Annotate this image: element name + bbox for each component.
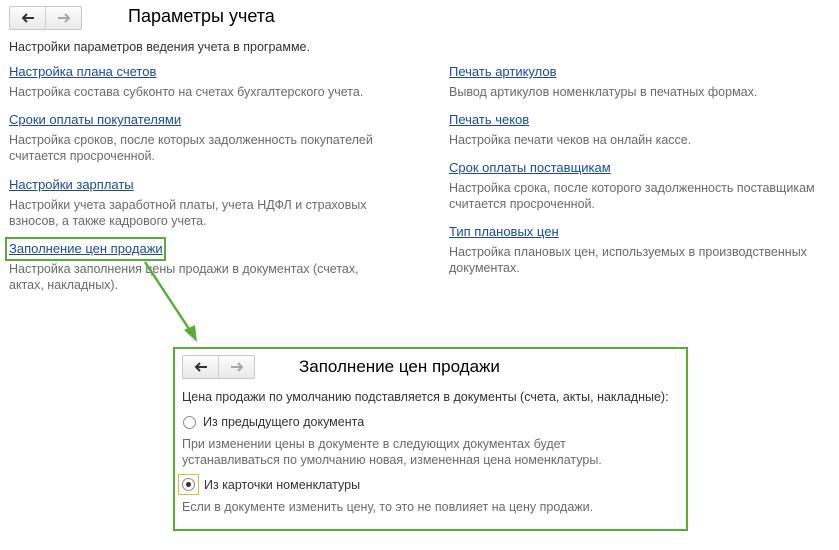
radio-focus-frame (178, 474, 199, 495)
panel-title: Заполнение цен продажи (299, 357, 500, 376)
setting-item: Срок оплаты поставщикам Настройка срока,… (449, 160, 815, 212)
setting-item: Тип плановых цен Настройка плановых цен,… (449, 224, 807, 276)
description-line: Настройка плановых цен, используемых в п… (449, 245, 807, 259)
nav-buttons (9, 6, 82, 30)
description-line: документах. (449, 261, 520, 275)
back-arrow-icon (21, 13, 34, 23)
forward-button[interactable] (45, 7, 81, 29)
supplier-payment-terms-link[interactable]: Срок оплаты поставщикам (449, 160, 611, 175)
back-arrow-icon (194, 362, 207, 372)
radio-item-card[interactable] (182, 478, 195, 491)
description-line: Если в документе изменить цену, то это н… (182, 500, 594, 514)
description-line: При изменении цены в документе в следующ… (182, 437, 566, 451)
page-title: Параметры учета (128, 6, 275, 26)
setting-item: Настройки зарплаты Настройки учета зараб… (9, 177, 367, 229)
radio-label: Из карточки номенклатуры (204, 477, 361, 492)
print-receipts-link[interactable]: Печать чеков (449, 112, 529, 127)
planned-price-type-link[interactable]: Тип плановых цен (449, 224, 559, 239)
link-highlight-box (5, 237, 166, 261)
setting-item: Печать чеков Настройка печати чеков на о… (449, 112, 691, 148)
option-item-card[interactable]: Из карточки номенклатуры (178, 474, 360, 495)
forward-arrow-icon (57, 13, 70, 23)
setting-item: Сроки оплаты покупателями Настройка срок… (9, 112, 373, 164)
setting-description: Настройка срока, после которого задолжен… (449, 180, 815, 212)
radio-previous-document[interactable] (183, 415, 196, 429)
panel-forward-button[interactable] (218, 356, 254, 378)
option-description: При изменении цены в документе в следующ… (182, 436, 602, 468)
option-previous-document[interactable]: Из предыдущего документа (183, 415, 364, 429)
setting-description: Настройки учета заработной платы, учета … (9, 197, 367, 229)
setting-description: Настройка плановых цен, используемых в п… (449, 244, 807, 276)
customer-payment-terms-link[interactable]: Сроки оплаты покупателями (9, 112, 181, 127)
panel-back-button[interactable] (183, 356, 218, 378)
sales-price-settings-panel: Заполнение цен продажи Цена продажи по у… (173, 347, 688, 531)
chart-of-accounts-link[interactable]: Настройка плана счетов (9, 64, 156, 79)
description-line: Настройка срока, после которого задолжен… (449, 181, 815, 195)
radio-label: Из предыдущего документа (203, 415, 365, 429)
description-line: Настройка сроков, после которых задолжен… (9, 133, 373, 147)
description-line: Настройка заполнения цены продажи в доку… (9, 262, 359, 276)
panel-nav-buttons (182, 355, 255, 379)
forward-arrow-icon (230, 362, 243, 372)
description-line: устанавливаться по умолчанию новая, изме… (182, 453, 602, 467)
setting-item: Печать артикулов Вывод артикулов номенкл… (449, 64, 757, 100)
radio-selected-dot (186, 482, 191, 487)
description-line: актах, накладных). (9, 278, 119, 292)
option-description: Если в документе изменить цену, то это н… (182, 499, 593, 515)
price-source-prompt: Цена продажи по умолчанию подставляется … (182, 390, 669, 404)
description-line: считается просроченной. (449, 197, 595, 211)
setting-description: Вывод артикулов номенклатуры в печатных … (449, 85, 758, 99)
salary-settings-link[interactable]: Настройки зарплаты (9, 177, 134, 192)
description-line: считается просроченной. (9, 149, 155, 163)
description-line: Настройки учета заработной платы, учета … (9, 198, 367, 212)
page-subtitle: Настройки параметров ведения учета в про… (9, 40, 310, 54)
print-articles-link[interactable]: Печать артикулов (449, 64, 557, 79)
setting-item: Настройка плана счетов Настройка состава… (9, 64, 363, 100)
setting-description: Настройка сроков, после которых задолжен… (9, 132, 373, 164)
setting-description: Настройка состава субконто на счетах бух… (9, 85, 364, 99)
back-button[interactable] (10, 7, 45, 29)
description-line: взносов, а также кадрового учета. (9, 214, 207, 228)
setting-description: Настройка заполнения цены продажи в доку… (9, 261, 359, 293)
setting-description: Настройка печати чеков на онлайн кассе. (449, 133, 692, 147)
